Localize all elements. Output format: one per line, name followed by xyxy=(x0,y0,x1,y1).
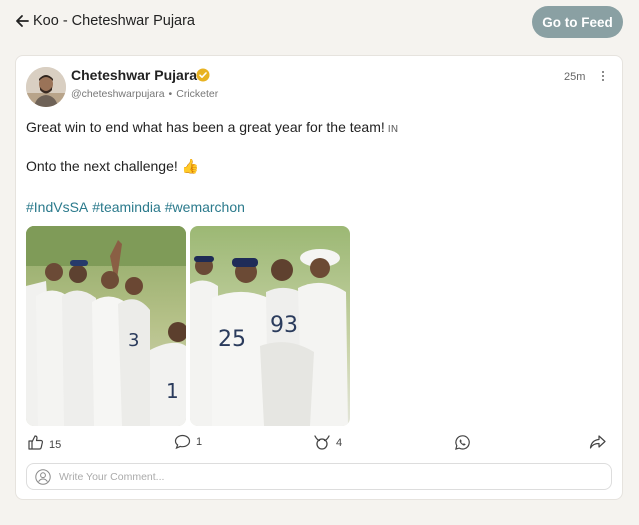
arrow-left-icon xyxy=(16,15,29,27)
go-to-feed-button[interactable]: Go to Feed xyxy=(532,6,623,38)
top-bar: Koo - Cheteshwar Pujara Go to Feed xyxy=(0,0,639,46)
back-button[interactable] xyxy=(12,11,32,31)
svg-text:3: 3 xyxy=(128,330,139,351)
like-button[interactable]: 15 xyxy=(27,434,61,451)
svg-text:25: 25 xyxy=(218,327,246,352)
rekoo-button[interactable]: 4 xyxy=(313,434,342,451)
hashtag-link[interactable]: #IndVsSA xyxy=(26,199,88,215)
whatsapp-icon xyxy=(455,435,470,450)
like-count: 15 xyxy=(49,438,62,451)
comment-bubble-icon xyxy=(174,434,191,450)
comment-box xyxy=(26,463,612,490)
separator-dot: • xyxy=(168,88,173,100)
verified-badge-icon xyxy=(196,68,210,82)
svg-text:93: 93 xyxy=(270,313,298,338)
koo-post-card: Cheteshwar Pujara @cheteshwarpujara • Cric… xyxy=(15,55,623,500)
hashtag-link[interactable]: #wemarchon xyxy=(165,199,245,215)
comment-input[interactable] xyxy=(59,466,604,487)
thumbs-up-icon xyxy=(28,435,44,450)
hashtags: #IndVsSA #teamindia #wemarchon xyxy=(26,199,249,215)
post-text: Great win to end what has been a great y… xyxy=(26,119,385,135)
svg-text:1: 1 xyxy=(166,379,179,403)
post-image-2[interactable]: 25 93 xyxy=(190,226,350,426)
author-meta: @cheteshwarpujara • Cricketer xyxy=(71,88,218,100)
rekoo-icon xyxy=(314,435,330,450)
share-arrow-icon xyxy=(589,435,606,449)
post-actions: 15 1 4 xyxy=(16,434,622,456)
author-name[interactable]: Cheteshwar Pujara xyxy=(71,67,197,83)
hashtag-link[interactable]: #teamindia xyxy=(92,199,161,215)
rekoo-count: 4 xyxy=(336,436,343,449)
whatsapp-share-button[interactable] xyxy=(454,434,471,451)
avatar[interactable] xyxy=(26,67,66,107)
post-text-line-1: Great win to end what has been a great y… xyxy=(26,119,398,135)
author-handle[interactable]: @cheteshwarpujara xyxy=(71,88,165,100)
language-tag: IN xyxy=(387,124,399,135)
post-time: 25m xyxy=(564,71,586,83)
share-button[interactable] xyxy=(589,434,607,450)
comment-button[interactable]: 1 xyxy=(174,434,202,450)
author-role: Cricketer xyxy=(176,88,219,100)
comment-count: 1 xyxy=(196,436,203,448)
page-title: Koo - Cheteshwar Pujara xyxy=(33,13,195,29)
more-options-icon[interactable] xyxy=(599,68,607,84)
user-avatar-icon xyxy=(35,469,51,485)
post-text-line-2: Onto the next challenge! 👍 xyxy=(26,158,200,174)
post-image-1[interactable]: 3 1 xyxy=(26,226,186,426)
